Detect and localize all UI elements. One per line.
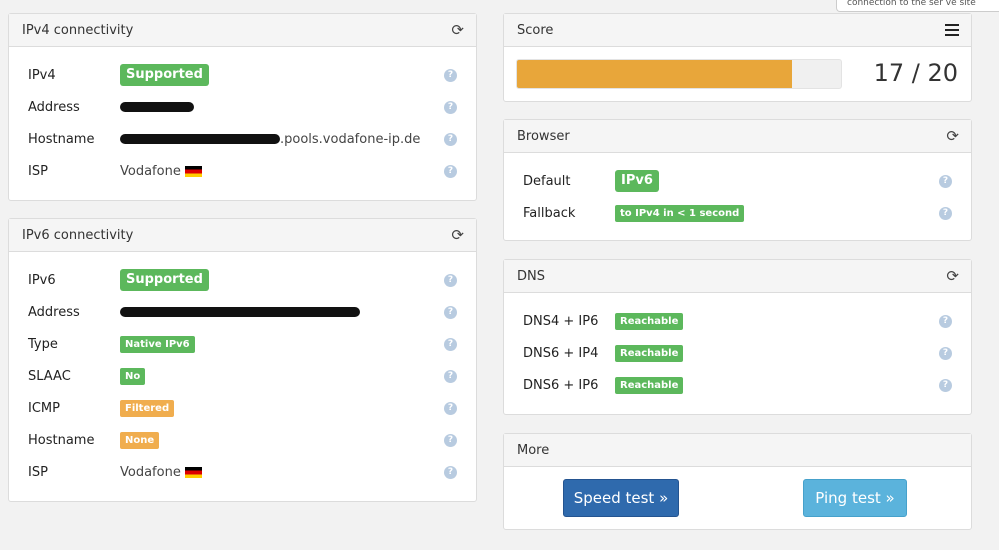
browser-default-row: Default IPv6 ?: [504, 169, 971, 193]
ipv6-address-row: Address ?: [9, 300, 476, 324]
refresh-icon[interactable]: ⟳: [451, 226, 464, 244]
browser-panel: Browser ⟳ Default IPv6 ? Fallback to IPv…: [503, 119, 972, 241]
score-panel: Score 17 / 20: [503, 13, 972, 102]
ipv4-isp-row: ISP Vodafone ?: [9, 159, 476, 183]
slaac-label: SLAAC: [28, 368, 71, 384]
browser-fallback-row: Fallback to IPv4 in < 1 second ?: [504, 201, 971, 225]
browser-panel-title: Browser: [517, 128, 570, 144]
ipv6-supported-badge: Supported: [120, 269, 209, 291]
ipv4-supported-badge: Supported: [120, 64, 209, 86]
dns6-ip4-label: DNS6 + IP4: [523, 345, 599, 361]
redacted-hostname: [120, 134, 280, 144]
help-icon[interactable]: ?: [444, 100, 457, 114]
ipv6-panel: IPv6 connectivity ⟳ IPv6 Supported ? Add…: [8, 218, 477, 502]
dns4-ip6-label: DNS4 + IP6: [523, 313, 599, 329]
isp-label: ISP: [28, 163, 48, 179]
default-label: Default: [523, 173, 571, 189]
dns6-ip4-badge: Reachable: [615, 344, 684, 362]
hostname-label: Hostname: [28, 432, 95, 448]
default-badge: IPv6: [615, 170, 659, 192]
help-icon[interactable]: ?: [939, 174, 952, 188]
score-panel-title: Score: [517, 22, 554, 38]
dns6-ip4-row: DNS6 + IP4 Reachable ?: [504, 341, 971, 365]
more-panel-header: More: [504, 434, 971, 467]
ipv4-label: IPv4: [28, 67, 56, 83]
slaac-badge: No: [120, 367, 146, 385]
ipv6-isp-row: ISP Vodafone ?: [9, 460, 476, 484]
help-icon[interactable]: ?: [444, 337, 457, 351]
ipv4-panel-header: IPv4 connectivity ⟳: [9, 14, 476, 47]
more-panel: More Speed test » Ping test »: [503, 433, 972, 530]
address-label: Address: [28, 304, 80, 320]
ipv4-panel: IPv4 connectivity ⟳ IPv4 Supported ? Add…: [8, 13, 477, 201]
help-icon[interactable]: ?: [444, 369, 457, 383]
icmp-label: ICMP: [28, 400, 60, 416]
help-icon[interactable]: ?: [444, 305, 457, 319]
refresh-icon[interactable]: ⟳: [451, 21, 464, 39]
german-flag-icon: [184, 466, 202, 478]
list-icon[interactable]: [945, 24, 959, 36]
help-icon[interactable]: ?: [939, 346, 952, 360]
dns6-ip6-label: DNS6 + IP6: [523, 377, 599, 393]
ipv6-type-row: Type Native IPv6 ?: [9, 332, 476, 356]
help-icon[interactable]: ?: [444, 68, 457, 82]
dns6-ip6-row: DNS6 + IP6 Reachable ?: [504, 373, 971, 397]
hostname-badge: None: [120, 431, 160, 449]
speed-test-button[interactable]: Speed test »: [563, 479, 679, 517]
ipv6-icmp-row: ICMP Filtered ?: [9, 396, 476, 420]
help-icon[interactable]: ?: [939, 378, 952, 392]
dns4-ip6-badge: Reachable: [615, 312, 684, 330]
german-flag-icon: [184, 165, 202, 177]
hostname-label: Hostname: [28, 131, 95, 147]
address-label: Address: [28, 99, 80, 115]
ipv6-label: IPv6: [28, 272, 56, 288]
browser-panel-header: Browser ⟳: [504, 120, 971, 153]
ipv6-hostname-row: Hostname None ?: [9, 428, 476, 452]
ipv6-panel-header: IPv6 connectivity ⟳: [9, 219, 476, 252]
ipv6-panel-title: IPv6 connectivity: [22, 227, 134, 243]
icmp-badge: Filtered: [120, 399, 175, 417]
dns-panel-header: DNS ⟳: [504, 260, 971, 293]
help-icon[interactable]: ?: [444, 273, 457, 287]
hostname-value: .pools.vodafone-ip.de: [280, 131, 421, 147]
help-icon[interactable]: ?: [939, 314, 952, 328]
dns4-ip6-row: DNS4 + IP6 Reachable ?: [504, 309, 971, 333]
dns-panel-title: DNS: [517, 268, 545, 284]
refresh-icon[interactable]: ⟳: [946, 267, 959, 285]
redacted-address: [120, 102, 194, 112]
isp-value: Vodafone: [120, 464, 181, 480]
ipv4-address-row: Address ?: [9, 95, 476, 119]
ipv6-row: IPv6 Supported ?: [9, 268, 476, 292]
score-value: 17 / 20: [873, 59, 958, 87]
help-icon[interactable]: ?: [444, 433, 457, 447]
score-bar-track: [516, 59, 842, 89]
help-icon[interactable]: ?: [939, 206, 952, 220]
help-icon[interactable]: ?: [444, 465, 457, 479]
fallback-label: Fallback: [523, 205, 576, 221]
score-panel-body: 17 / 20: [504, 47, 971, 101]
help-icon[interactable]: ?: [444, 401, 457, 415]
tooltip: connection to the ser ve site: [836, 0, 999, 12]
ipv6-slaac-row: SLAAC No ?: [9, 364, 476, 388]
help-icon[interactable]: ?: [444, 132, 457, 146]
ipv4-hostname-row: Hostname .pools.vodafone-ip.de ?: [9, 127, 476, 151]
more-panel-title: More: [517, 442, 550, 458]
dns-panel: DNS ⟳ DNS4 + IP6 Reachable ? DNS6 + IP4 …: [503, 259, 972, 415]
more-panel-body: Speed test » Ping test »: [504, 467, 971, 529]
ipv4-row: IPv4 Supported ?: [9, 63, 476, 87]
fallback-badge: to IPv4 in < 1 second: [615, 204, 745, 222]
redacted-address: [120, 307, 360, 317]
ping-test-button[interactable]: Ping test »: [803, 479, 907, 517]
score-panel-header: Score: [504, 14, 971, 47]
isp-label: ISP: [28, 464, 48, 480]
score-bar-fill: [517, 60, 793, 88]
dns6-ip6-badge: Reachable: [615, 376, 684, 394]
type-label: Type: [28, 336, 58, 352]
type-badge: Native IPv6: [120, 335, 195, 353]
help-icon[interactable]: ?: [444, 164, 457, 178]
ipv4-panel-title: IPv4 connectivity: [22, 22, 134, 38]
isp-value: Vodafone: [120, 163, 181, 179]
refresh-icon[interactable]: ⟳: [946, 127, 959, 145]
